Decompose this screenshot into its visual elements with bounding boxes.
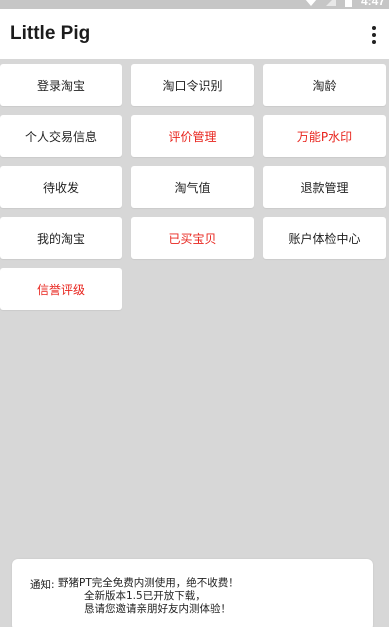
review-management-button[interactable]: 评价管理 [131,115,254,157]
my-taobao-button[interactable]: 我的淘宝 [0,217,122,259]
login-taobao-button[interactable]: 登录淘宝 [0,64,122,106]
account-checkup-button[interactable]: 账户体检中心 [263,217,386,259]
notice-text: 野猪PT完全免费内测使用，绝不收费！ 全新版本1.5已开放下载， 恳请您邀请亲朋… [58,577,239,616]
taoqi-value-button[interactable]: 淘气值 [131,166,254,208]
app-bar: Little Pig [0,9,389,59]
taokouling-recognize-button[interactable]: 淘口令识别 [131,64,254,106]
credit-rating-button[interactable]: 信誉评级 [0,268,122,310]
wifi-icon [305,0,317,6]
notice-line: 野猪PT完全免费内测使用，绝不收费！ [58,577,239,589]
more-vertical-icon[interactable] [371,26,377,44]
personal-trade-info-button[interactable]: 个人交易信息 [0,115,122,157]
pending-shipment-button[interactable]: 待收发 [0,166,122,208]
status-icons: 4:47 [305,0,385,8]
signal-icon [325,0,336,6]
app-title: Little Pig [10,23,91,44]
battery-icon [344,0,352,7]
status-time: 4:47 [360,0,385,8]
account-age-button[interactable]: 淘龄 [263,64,386,106]
universal-watermark-button[interactable]: 万能P水印 [263,115,386,157]
notice-label: 通知: [30,579,55,591]
refund-management-button[interactable]: 退款管理 [263,166,386,208]
status-bar: 4:47 [0,0,389,9]
notice-line: 恳请您邀请亲朋好友内测体验！ [84,603,231,615]
notice-line: 全新版本1.5已开放下载， [84,590,206,602]
purchased-items-button[interactable]: 已买宝贝 [131,217,254,259]
notice-card: 通知: 野猪PT完全免费内测使用，绝不收费！ 全新版本1.5已开放下载， 恳请您… [12,559,373,627]
app-screen: 4:47 Little Pig 登录淘宝 淘口令识别 淘龄 个人交易信息 评价管… [0,0,389,627]
